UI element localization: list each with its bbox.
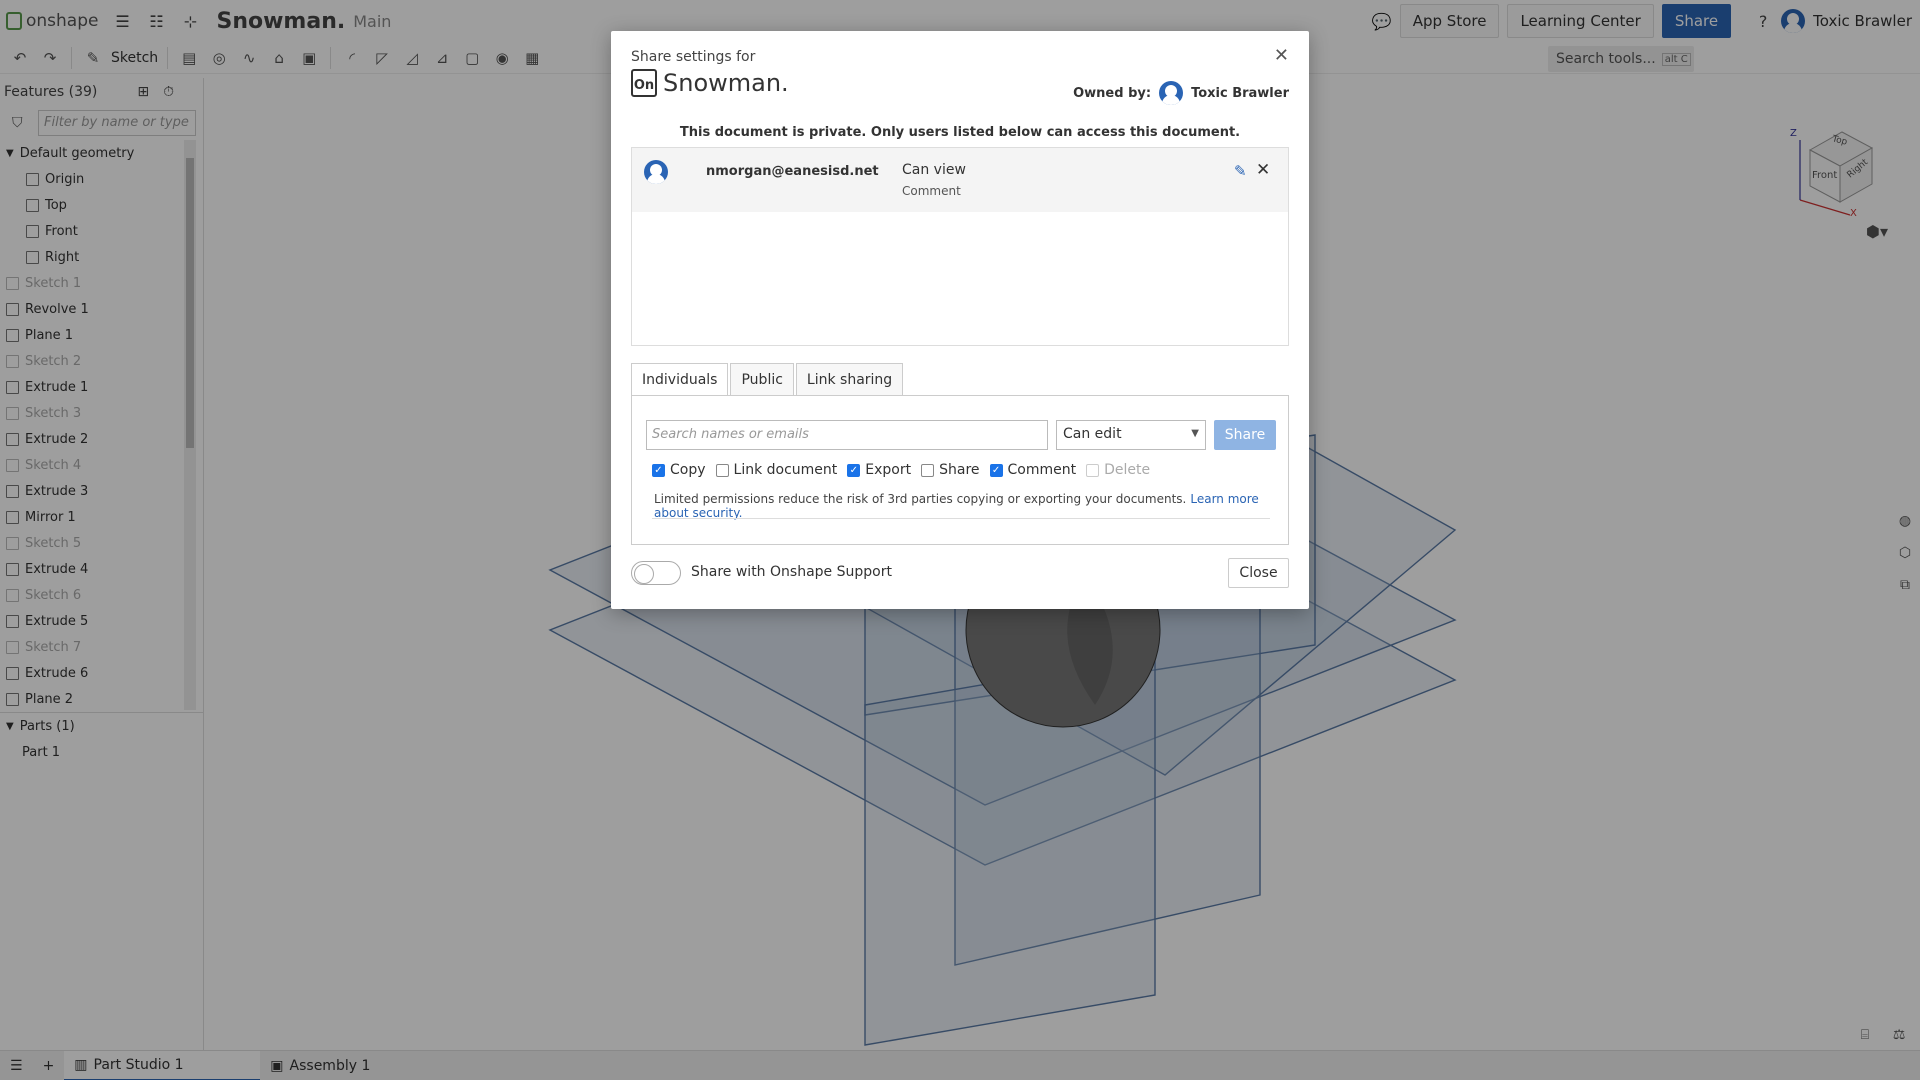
checkbox-label: Comment xyxy=(1007,462,1077,478)
limited-note-text: Limited permissions reduce the risk of 3… xyxy=(654,492,1187,506)
user-permission-extra: Comment xyxy=(902,184,961,198)
limited-permissions-note: Limited permissions reduce the risk of 3… xyxy=(654,492,1288,520)
tab-public[interactable]: Public xyxy=(730,363,794,395)
checkbox-label: Link document xyxy=(733,462,838,478)
share-tabs: Individuals Public Link sharing xyxy=(631,363,904,396)
permission-checkbox: Delete xyxy=(1086,462,1150,478)
edit-icon[interactable]: ✎ xyxy=(1234,162,1247,180)
privacy-note: This document is private. Only users lis… xyxy=(679,125,1241,140)
shared-users-list: nmorgan@eanesisd.net Can view Comment ✎ … xyxy=(631,147,1289,346)
chevron-down-icon: ▼ xyxy=(1191,428,1199,439)
support-toggle[interactable] xyxy=(631,561,681,585)
owned-by-label: Owned by: xyxy=(1073,85,1152,101)
search-names-input[interactable]: Search names or emails xyxy=(646,420,1048,450)
close-button[interactable]: Close xyxy=(1228,558,1289,588)
checkbox-box xyxy=(715,463,729,477)
tab-individuals[interactable]: Individuals xyxy=(631,363,729,396)
owner-info: Owned by: Toxic Brawler xyxy=(1073,81,1289,105)
checkbox-label: Export xyxy=(865,462,912,478)
checkbox-box xyxy=(1086,463,1100,477)
dialog-doc-name: Snowman. xyxy=(663,69,789,97)
divider xyxy=(652,518,1270,519)
user-email: nmorgan@eanesisd.net xyxy=(706,164,879,179)
owner-name: Toxic Brawler xyxy=(1191,85,1289,101)
permission-checkbox[interactable]: ✓ Copy xyxy=(652,462,706,478)
checkbox-box xyxy=(921,463,935,477)
checkmark-icon: ✓ xyxy=(847,463,861,477)
checkbox-label: Copy xyxy=(670,462,706,478)
permission-checkboxes: ✓ Copy Link document ✓ Export Share ✓ Comment De… xyxy=(652,462,1150,478)
owner-avatar xyxy=(1159,81,1184,105)
share-settings-dialog: ✕ Share settings for On Snowman. Owned b… xyxy=(611,31,1309,609)
remove-user-icon[interactable]: ✕ xyxy=(1256,160,1270,180)
dialog-subtitle: Share settings for xyxy=(631,49,756,65)
document-icon: On xyxy=(631,69,657,97)
dialog-title: On Snowman. xyxy=(631,69,789,97)
individuals-panel: Search names or emails Can edit ▼ Share ✓… xyxy=(631,395,1289,545)
permission-checkbox[interactable]: Share xyxy=(921,462,980,478)
share-submit-button[interactable]: Share xyxy=(1214,420,1276,450)
permission-select[interactable]: Can edit ▼ xyxy=(1056,420,1206,450)
shared-user-row[interactable]: nmorgan@eanesisd.net Can view Comment ✎ … xyxy=(632,148,1288,212)
permission-checkbox[interactable]: Link document xyxy=(715,462,838,478)
user-permission: Can view xyxy=(902,162,966,178)
support-toggle-label: Share with Onshape Support xyxy=(691,564,892,580)
close-icon[interactable]: ✕ xyxy=(1274,45,1289,66)
tab-link-sharing[interactable]: Link sharing xyxy=(795,363,904,395)
checkbox-label: Delete xyxy=(1104,462,1151,478)
checkmark-icon: ✓ xyxy=(989,463,1003,477)
user-avatar xyxy=(644,160,668,184)
permission-checkbox[interactable]: ✓ Export xyxy=(847,462,911,478)
checkbox-label: Share xyxy=(939,462,980,478)
permission-checkbox[interactable]: ✓ Comment xyxy=(989,462,1077,478)
permission-select-value: Can edit xyxy=(1063,426,1122,442)
checkmark-icon: ✓ xyxy=(652,463,665,477)
